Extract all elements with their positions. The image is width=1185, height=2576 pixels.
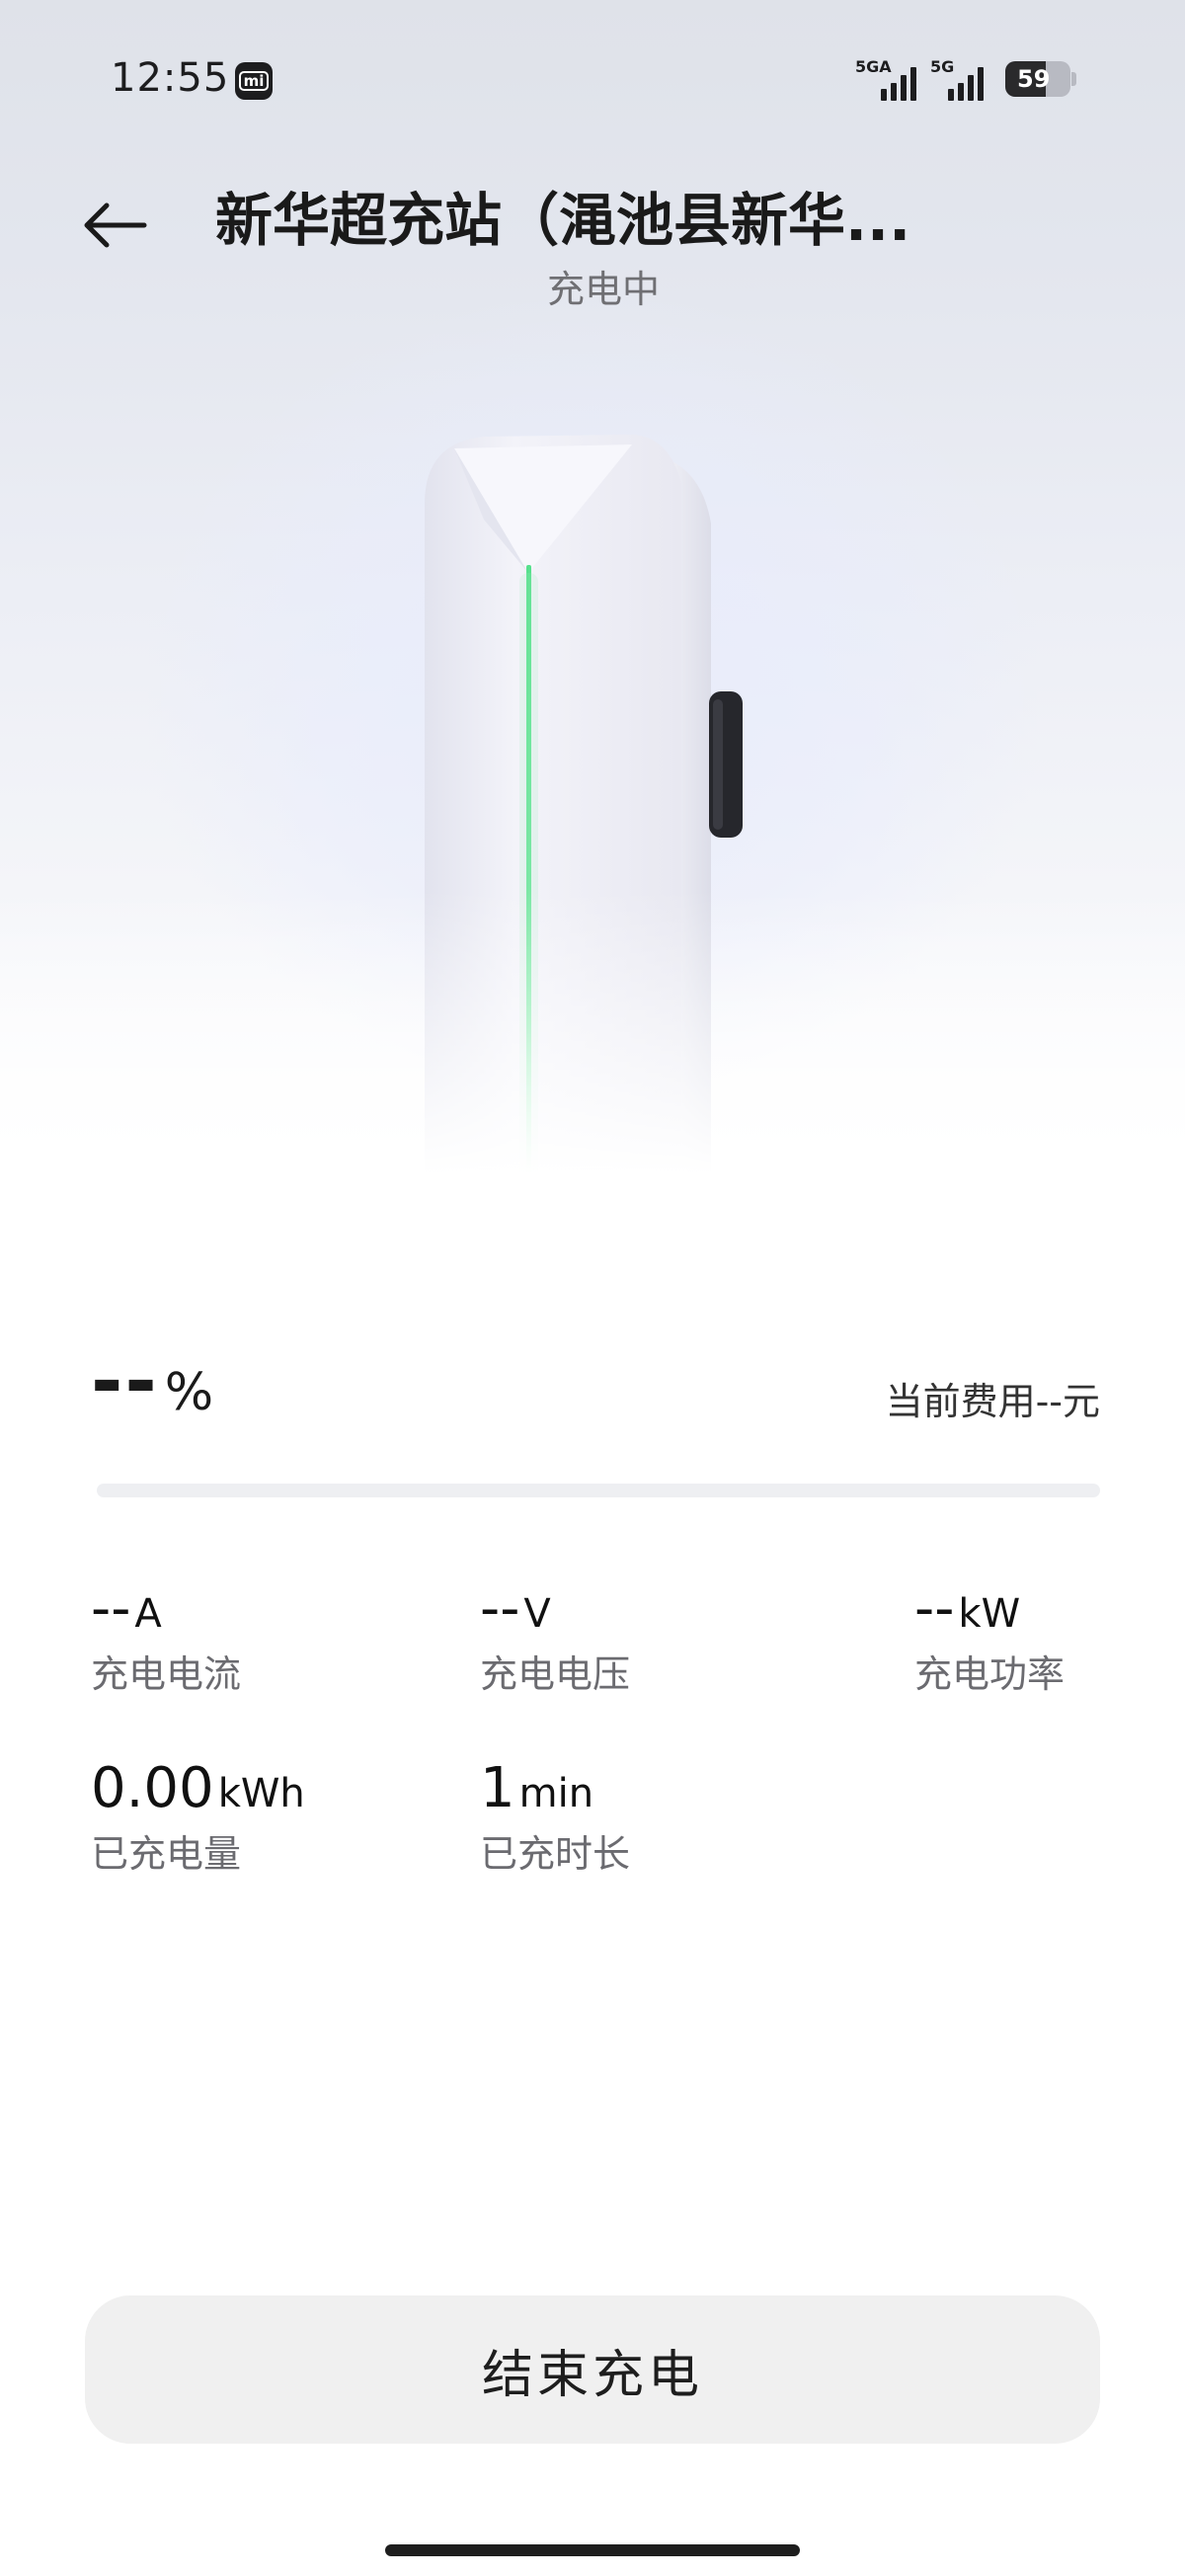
hero-fade (0, 889, 1185, 1225)
sim2-signal-icon: 5G (930, 57, 995, 101)
home-indicator[interactable] (385, 2544, 800, 2556)
battery-level: 59 (1005, 61, 1070, 97)
metric-voltage-label: 充电电压 (480, 1651, 631, 1696)
metric-voltage-unit: V (523, 1591, 551, 1637)
mi-app-icon: mi (235, 62, 273, 100)
charge-progress-bar (97, 1484, 1100, 1497)
back-arrow-icon (84, 202, 147, 248)
sim1-signal-bars (881, 67, 916, 101)
metric-energy-unit: kWh (217, 1771, 305, 1816)
metric-power-unit: kW (958, 1591, 1021, 1637)
station-title: 新华超充站（渑池县新华... (215, 187, 911, 254)
current-fee: 当前费用--元 (885, 1380, 1100, 1423)
metric-duration-value: 1 (480, 1756, 515, 1820)
charging-status: 充电中 (546, 268, 660, 311)
battery-percent-value: -- (91, 1337, 159, 1426)
battery-icon: 59 (1005, 61, 1076, 97)
metric-current-label: 充电电流 (91, 1651, 242, 1696)
metric-power-label: 充电功率 (914, 1651, 1066, 1696)
metric-current-unit: A (134, 1591, 162, 1637)
metric-current: -- A 充电电流 (91, 1578, 241, 1698)
mi-badge-text: mi (238, 71, 270, 91)
metric-duration-label: 已充时长 (480, 1831, 631, 1876)
metric-voltage-value: -- (480, 1576, 520, 1641)
back-button[interactable] (77, 194, 152, 257)
metric-power-value: -- (914, 1576, 955, 1641)
sim1-signal-icon: 5GA (855, 57, 924, 101)
status-bar: 12:55 mi 5GA 5G 59 (0, 0, 1185, 158)
metric-energy-value: 0.00 (91, 1756, 214, 1820)
metric-current-value: -- (91, 1576, 131, 1641)
battery-tip (1071, 72, 1076, 86)
metric-duration: 1 min 已充时长 (480, 1758, 630, 1878)
battery-percent: -- % (91, 1343, 213, 1420)
end-charging-button[interactable]: 结束充电 (85, 2295, 1100, 2444)
status-time: 12:55 (111, 55, 230, 101)
metric-voltage: -- V 充电电压 (480, 1578, 630, 1698)
charger-connector-highlight (713, 699, 723, 830)
metric-energy: 0.00 kWh 已充电量 (91, 1758, 305, 1878)
battery-percent-unit: % (164, 1363, 214, 1422)
metric-duration-unit: min (518, 1771, 594, 1816)
sim2-signal-bars (948, 67, 984, 101)
metric-power: -- kW 充电功率 (914, 1578, 1065, 1698)
metric-energy-label: 已充电量 (91, 1831, 242, 1876)
